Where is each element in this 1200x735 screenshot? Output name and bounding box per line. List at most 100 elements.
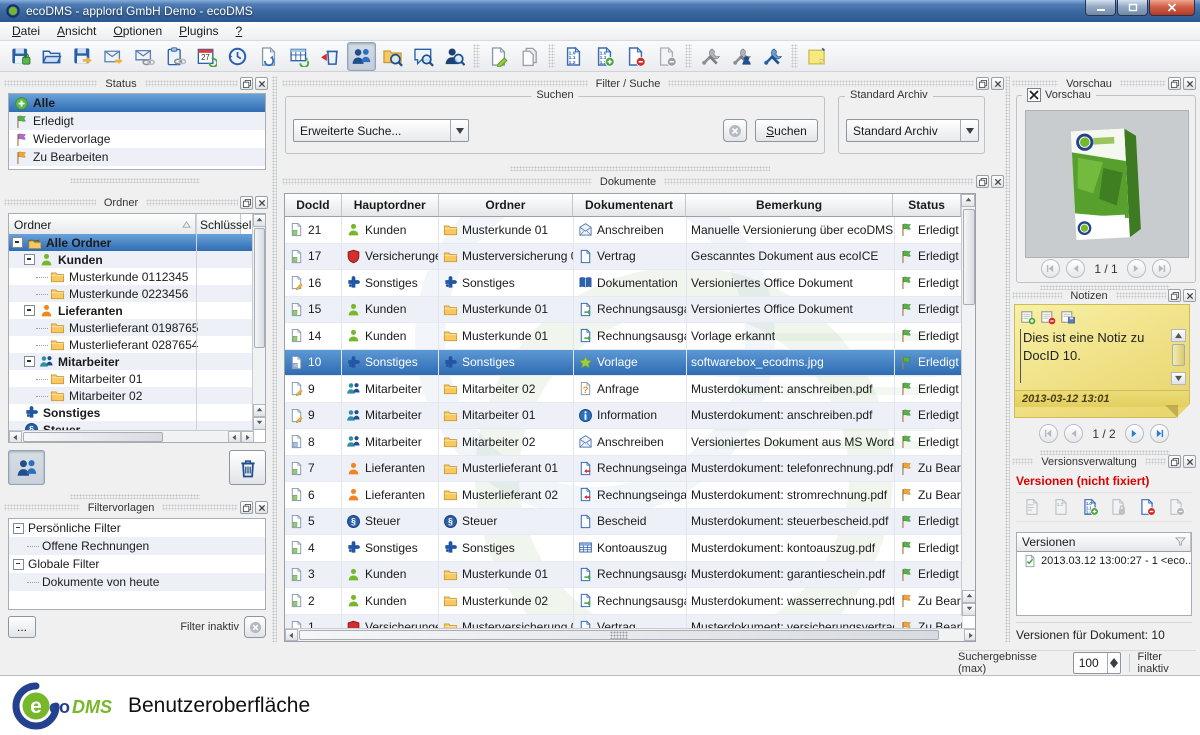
status-close-button[interactable] <box>255 77 268 90</box>
documents-vscrollbar[interactable] <box>961 207 975 616</box>
menu-item-optionen[interactable]: Optionen <box>105 23 170 39</box>
filter-search-float-button[interactable] <box>976 77 989 90</box>
preview-toggle[interactable]: Vorschau <box>1022 88 1096 102</box>
more-filters-button[interactable]: ... <box>8 616 36 638</box>
document-row[interactable]: 21KundenMusterkunde 01AnschreibenManuell… <box>285 217 963 244</box>
tree-row[interactable]: Kunden <box>9 251 252 268</box>
tree-row[interactable]: §Steuer <box>9 421 252 430</box>
column-header-hauptordner[interactable]: Hauptordner <box>342 194 439 217</box>
previous-page-button[interactable] <box>1066 259 1085 278</box>
folders-float-button[interactable] <box>240 196 253 209</box>
scroll-left-icon[interactable] <box>9 431 22 443</box>
document-row[interactable]: 3KundenMusterkunde 01RechnungsausgangMus… <box>285 562 963 589</box>
column-header-dokumentenart[interactable]: Dokumentenart <box>573 194 686 217</box>
first-page-button[interactable] <box>1039 424 1058 443</box>
filter-template-row[interactable]: Persönliche Filter <box>9 519 265 537</box>
note-save-icon[interactable] <box>1060 309 1076 325</box>
preview-image[interactable] <box>1025 110 1189 258</box>
left-splitter[interactable] <box>272 76 277 642</box>
window-titlebar[interactable]: ecoDMS - applord GmbH Demo - ecoDMS <box>0 0 1200 22</box>
document-row[interactable]: 6LieferantenMusterlieferant 02Rechnungse… <box>285 482 963 509</box>
tree-row[interactable]: Musterkunde 0112345 <box>9 268 252 285</box>
version-discard-button[interactable] <box>1164 495 1188 519</box>
menu-item-plugins[interactable]: Plugins <box>171 23 226 39</box>
scroll-up-icon[interactable] <box>253 214 266 227</box>
tree-row[interactable]: Mitarbeiter 02 <box>9 387 252 404</box>
archive-save-button[interactable] <box>6 42 35 71</box>
users-view-button[interactable] <box>8 450 45 485</box>
filter-templates-float-button[interactable] <box>240 501 253 514</box>
first-page-button[interactable] <box>1041 259 1060 278</box>
tree-row[interactable]: Musterlieferant 0198765 <box>9 319 252 336</box>
spinner-arrows-icon[interactable] <box>1107 653 1120 673</box>
scroll-right-icon[interactable] <box>241 431 254 443</box>
status-item-wiedervorlage[interactable]: Wiedervorlage <box>9 130 265 148</box>
note-scrollbar[interactable] <box>1171 329 1186 385</box>
scroll-down-icon[interactable] <box>253 417 266 430</box>
versions-float-button[interactable] <box>1168 455 1181 468</box>
scroll-down-icon[interactable] <box>962 603 976 616</box>
expander-icon[interactable] <box>24 305 35 316</box>
folder-tree-vscrollbar[interactable] <box>252 214 265 430</box>
scroll-up-icon[interactable] <box>961 194 975 207</box>
document-row[interactable]: 16SonstigesSonstigesDokumentationVersion… <box>285 270 963 297</box>
menu-item-ansicht[interactable]: Ansicht <box>49 23 104 39</box>
version-remove-button[interactable] <box>1135 495 1159 519</box>
expander-icon[interactable] <box>13 523 24 534</box>
dialog-search-button[interactable] <box>409 42 438 71</box>
document-reload-button[interactable] <box>254 42 283 71</box>
filter-templates-close-button[interactable] <box>255 501 268 514</box>
maximize-button[interactable] <box>1117 0 1148 16</box>
preview-close-button[interactable] <box>1183 77 1196 90</box>
archive-combo[interactable]: Standard Archiv <box>846 119 979 142</box>
column-header-status[interactable]: Status <box>893 194 961 217</box>
version-add-button[interactable]: 1.01.11.2 <box>1078 495 1102 519</box>
history-button[interactable] <box>223 42 252 71</box>
document-row[interactable]: 10SonstigesSonstigesVorlagesoftwarebox_e… <box>285 350 963 377</box>
filter-splitter-handle[interactable] <box>70 494 200 499</box>
versions-list-button[interactable]: 1.01.11.2 <box>559 42 588 71</box>
document-row[interactable]: 17VersicherungenMusterversicherung 01Ver… <box>285 244 963 271</box>
document-row[interactable]: 8MitarbeiterMitarbeiter 02AnschreibenVer… <box>285 429 963 456</box>
table-reload-button[interactable] <box>285 42 314 71</box>
scroll-right-icon[interactable] <box>228 431 241 443</box>
menu-item-?[interactable]: ? <box>228 23 251 39</box>
documents-float-button[interactable] <box>976 175 989 188</box>
search-button[interactable]: Suchen <box>755 119 818 142</box>
scroll-right-icon[interactable] <box>964 629 976 641</box>
settings-advanced-button[interactable] <box>758 42 787 71</box>
versions-close-button[interactable] <box>1183 455 1196 468</box>
version-discard-button[interactable] <box>652 42 681 71</box>
settings-user-button[interactable] <box>727 42 756 71</box>
next-page-button[interactable] <box>1127 259 1146 278</box>
version-remove-button[interactable] <box>621 42 650 71</box>
next-page-button[interactable] <box>1125 424 1144 443</box>
tree-row[interactable]: Mitarbeiter <box>9 353 252 370</box>
status-item-erledigt[interactable]: Erledigt <box>9 112 265 130</box>
clipboard-link-button[interactable] <box>161 42 190 71</box>
notes-float-button[interactable] <box>1168 289 1181 302</box>
scroll-thumb[interactable] <box>23 432 163 442</box>
previous-page-button[interactable] <box>1064 424 1083 443</box>
scroll-thumb[interactable] <box>254 228 265 348</box>
expander-icon[interactable] <box>13 559 24 570</box>
tree-row[interactable]: Musterlieferant 0287654 <box>9 336 252 353</box>
clear-filter-button[interactable] <box>244 616 266 638</box>
user-search-button[interactable] <box>440 42 469 71</box>
document-row[interactable]: 4SonstigesSonstigesKontoauszugMusterdoku… <box>285 535 963 562</box>
last-page-button[interactable] <box>1152 259 1171 278</box>
note-delete-icon[interactable] <box>1040 309 1056 325</box>
clear-search-button[interactable] <box>723 119 747 142</box>
document-row[interactable]: 2KundenMusterkunde 02RechnungsausgangMus… <box>285 588 963 615</box>
trash-restore-button[interactable] <box>316 42 345 71</box>
document-row[interactable]: 9MitarbeiterMitarbeiter 01InformationMus… <box>285 403 963 430</box>
scroll-thumb[interactable] <box>963 209 975 305</box>
column-header-ordner[interactable]: Ordner <box>439 194 574 217</box>
minimize-button[interactable] <box>1085 0 1116 16</box>
expander-icon[interactable] <box>12 237 23 248</box>
document-row[interactable]: 5§Steuer§SteuerBescheidMusterdokument: s… <box>285 509 963 536</box>
column-header-bemerkung[interactable]: Bemerkung <box>686 194 893 217</box>
document-edit-button[interactable] <box>484 42 513 71</box>
filter-template-row[interactable]: Globale Filter <box>9 555 265 573</box>
results-max-spinner[interactable]: 100 <box>1073 652 1121 674</box>
